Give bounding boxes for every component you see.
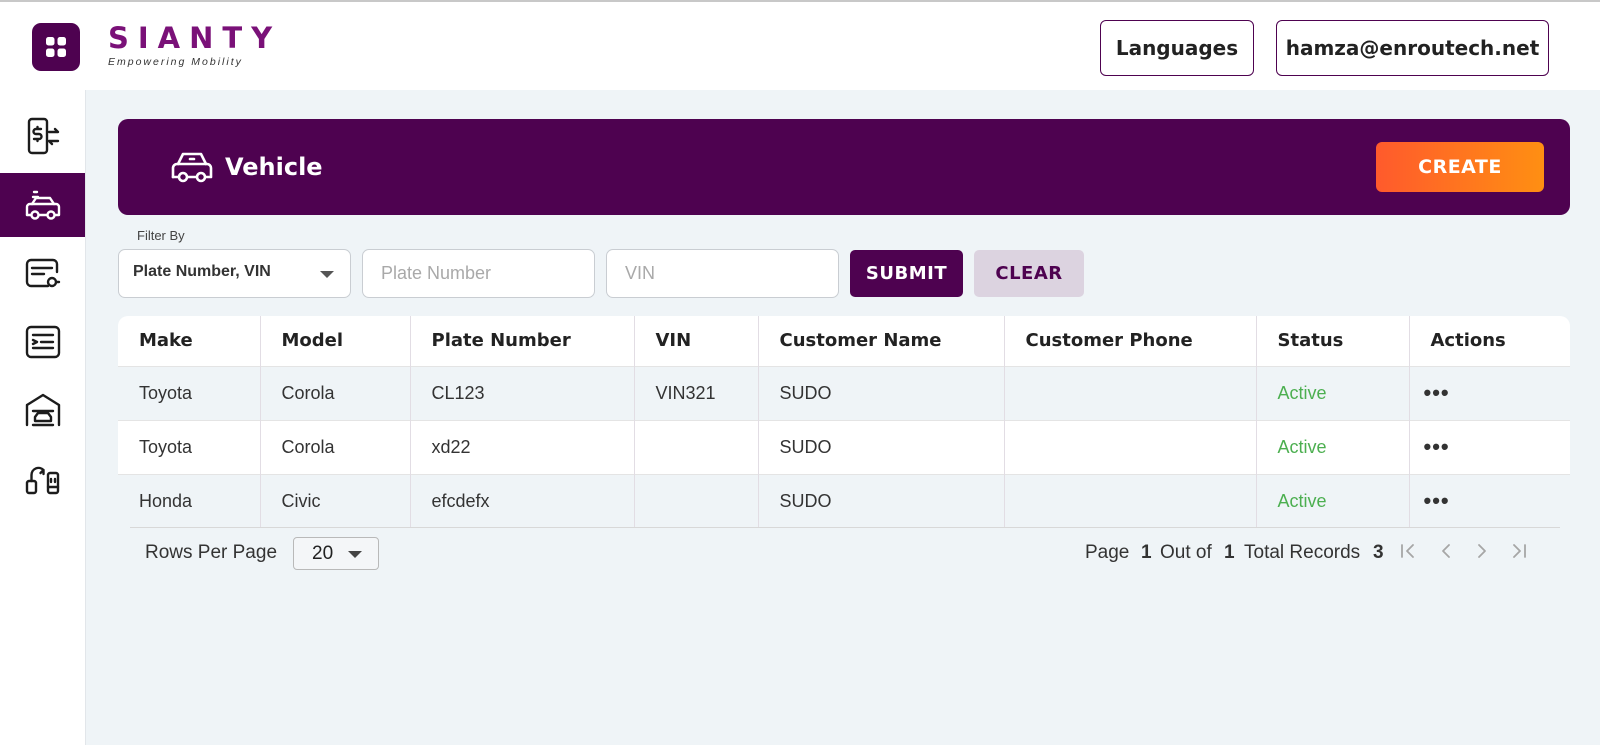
previous-page-icon[interactable] <box>1437 542 1455 566</box>
cell-vin <box>634 419 759 474</box>
billing-transfer-icon <box>27 117 59 155</box>
vehicle-icon <box>171 152 213 183</box>
more-actions-icon[interactable]: ••• <box>1409 473 1570 528</box>
caret-down-icon <box>320 271 334 278</box>
cell-make: Toyota <box>118 365 261 420</box>
page-title: Vehicle <box>225 153 323 181</box>
status-badge: Active <box>1256 419 1410 474</box>
rows-per-page-value: 20 <box>312 543 334 564</box>
sidebar-item-connectors[interactable] <box>0 446 85 510</box>
brand-tagline: Empowering Mobility <box>108 56 243 68</box>
column-header-customer-name[interactable]: Customer Name <box>758 316 1005 366</box>
out-of-label: Out of <box>1160 542 1212 563</box>
last-page-icon[interactable] <box>1510 542 1528 566</box>
rfid-card-icon <box>25 258 60 288</box>
garage-icon <box>25 393 60 427</box>
app-menu-button[interactable] <box>32 23 80 71</box>
rows-per-page-label: Rows Per Page <box>145 542 278 563</box>
sidebar-item-rfid-cards[interactable] <box>0 242 85 306</box>
total-records-count: 3 <box>1373 542 1384 563</box>
table-header-row: Make Model Plate Number VIN Customer Nam… <box>118 316 1570 366</box>
next-page-icon[interactable] <box>1473 542 1491 566</box>
column-header-plate-number[interactable]: Plate Number <box>410 316 635 366</box>
status-badge: Active <box>1256 365 1410 420</box>
cell-customer-phone <box>1004 473 1257 528</box>
plate-number-input[interactable] <box>362 249 595 298</box>
cell-model: Corola <box>260 419 411 474</box>
cell-customer-phone <box>1004 365 1257 420</box>
page-header: Vehicle CREATE <box>118 119 1570 215</box>
sidebar-item-forms[interactable] <box>0 310 85 374</box>
column-header-model[interactable]: Model <box>260 316 411 366</box>
grid-icon <box>46 37 66 57</box>
table-row[interactable]: Toyota Corola xd22 SUDO Active ••• <box>118 419 1570 474</box>
caret-down-icon <box>348 551 362 558</box>
column-header-status[interactable]: Status <box>1256 316 1410 366</box>
cell-make: Toyota <box>118 419 261 474</box>
column-header-vin[interactable]: VIN <box>634 316 759 366</box>
column-header-make[interactable]: Make <box>118 316 261 366</box>
table-row[interactable]: Honda Civic efcdefx SUDO Active ••• <box>118 473 1570 528</box>
more-actions-icon[interactable]: ••• <box>1409 419 1570 474</box>
total-pages: 1 <box>1224 542 1235 563</box>
column-header-actions: Actions <box>1409 316 1570 366</box>
cell-make: Honda <box>118 473 261 528</box>
sidebar <box>0 90 86 745</box>
vin-input[interactable] <box>606 249 839 298</box>
filter-by-value: Plate Number, VIN <box>133 263 271 280</box>
clear-button[interactable]: CLEAR <box>974 250 1084 297</box>
user-account-button[interactable]: hamza@enroutech.net <box>1276 20 1549 76</box>
top-bar: SIANTY Empowering Mobility Languages ham… <box>0 0 1600 90</box>
table-row[interactable]: Toyota Corola CL123 VIN321 SUDO Active •… <box>118 365 1570 420</box>
cell-model: Corola <box>260 365 411 420</box>
filter-by-label: Filter By <box>133 228 189 243</box>
create-button[interactable]: CREATE <box>1376 142 1544 192</box>
table-divider <box>130 527 1560 528</box>
filter-by-select[interactable]: Plate Number, VIN <box>118 249 351 298</box>
total-records-label: Total Records <box>1244 542 1361 563</box>
first-page-icon[interactable] <box>1399 542 1417 566</box>
sidebar-item-garage[interactable] <box>0 378 85 442</box>
brand-logo: SIANTY Empowering Mobility <box>108 22 281 68</box>
sidebar-item-billing[interactable] <box>0 104 85 168</box>
cell-vin: VIN321 <box>634 365 759 420</box>
cell-plate-number: CL123 <box>410 365 635 420</box>
rows-per-page-select[interactable]: 20 <box>293 537 379 570</box>
cell-model: Civic <box>260 473 411 528</box>
cell-customer-phone <box>1004 419 1257 474</box>
sidebar-item-vehicle[interactable] <box>0 173 85 237</box>
vehicle-icon <box>25 190 60 220</box>
current-page: 1 <box>1141 542 1152 563</box>
cell-customer-name: SUDO <box>758 365 1005 420</box>
cell-vin <box>634 473 759 528</box>
vehicle-table: Make Model Plate Number VIN Customer Nam… <box>118 316 1570 528</box>
submit-button[interactable]: SUBMIT <box>850 250 963 297</box>
cell-customer-name: SUDO <box>758 473 1005 528</box>
languages-button[interactable]: Languages <box>1100 20 1254 76</box>
column-header-customer-phone[interactable]: Customer Phone <box>1004 316 1257 366</box>
brand-name: SIANTY <box>108 21 282 55</box>
cell-plate-number: efcdefx <box>410 473 635 528</box>
cell-customer-name: SUDO <box>758 419 1005 474</box>
charger-connector-icon <box>25 466 59 495</box>
more-actions-icon[interactable]: ••• <box>1409 365 1570 420</box>
page-label: Page <box>1085 542 1130 563</box>
cell-plate-number: xd22 <box>410 419 635 474</box>
status-badge: Active <box>1256 473 1410 528</box>
form-list-icon <box>25 325 60 359</box>
